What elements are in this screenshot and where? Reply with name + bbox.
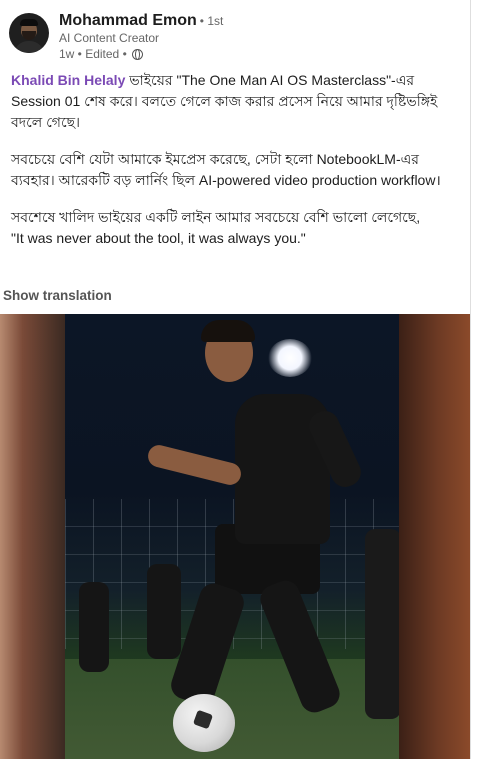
mention-link[interactable]: Khalid Bin Helaly <box>11 72 125 88</box>
pitch <box>65 659 399 759</box>
post-card: Mohammad Emon • 1st AI Content Creator 1w… <box>0 0 471 759</box>
avatar-hair <box>20 19 38 26</box>
post-paragraph-3-line-2: "It was never about the tool, it was alw… <box>11 230 306 246</box>
author-name[interactable]: Mohammad Emon <box>59 12 197 29</box>
author-name-row: Mohammad Emon • 1st <box>59 12 223 30</box>
post-paragraph-1: Khalid Bin Helaly ভাইয়ের "The One Man A… <box>11 70 451 133</box>
player-hair <box>201 320 255 342</box>
globe-icon <box>132 49 144 60</box>
page-gutter <box>471 0 488 759</box>
player-arm-left <box>145 442 244 488</box>
video-blur-left <box>0 314 65 759</box>
post-header: Mohammad Emon • 1st AI Content Creator 1w… <box>9 12 460 64</box>
background-player <box>365 529 399 719</box>
post-meta-text: 1w • Edited • <box>59 47 127 61</box>
post-video[interactable] <box>0 314 470 759</box>
stadium-light <box>268 339 312 377</box>
avatar-shirt <box>14 41 44 53</box>
author-headline: AI Content Creator <box>59 31 160 45</box>
show-translation-button[interactable]: Show translation <box>3 288 112 303</box>
post-body: Khalid Bin Helaly ভাইয়ের "The One Man A… <box>11 70 451 249</box>
video-frame[interactable] <box>65 314 399 759</box>
post-paragraph-3-line-1: সবশেষে খালিদ ভাইয়ের একটি লাইন আমার সবচে… <box>11 209 421 225</box>
background-player <box>79 582 109 672</box>
video-blur-right <box>399 314 470 759</box>
soccer-ball <box>173 694 235 752</box>
connection-degree: • 1st <box>199 14 224 28</box>
avatar-beard <box>22 31 36 40</box>
background-player <box>147 564 181 659</box>
post-paragraph-2: সবচেয়ে বেশি যেটা আমাকে ইমপ্রেস করেছে, স… <box>11 151 441 188</box>
post-paragraph-3: সবশেষে খালিদ ভাইয়ের একটি লাইন আমার সবচে… <box>11 207 451 249</box>
avatar[interactable] <box>9 13 49 53</box>
post-meta: 1w • Edited • <box>59 47 144 61</box>
